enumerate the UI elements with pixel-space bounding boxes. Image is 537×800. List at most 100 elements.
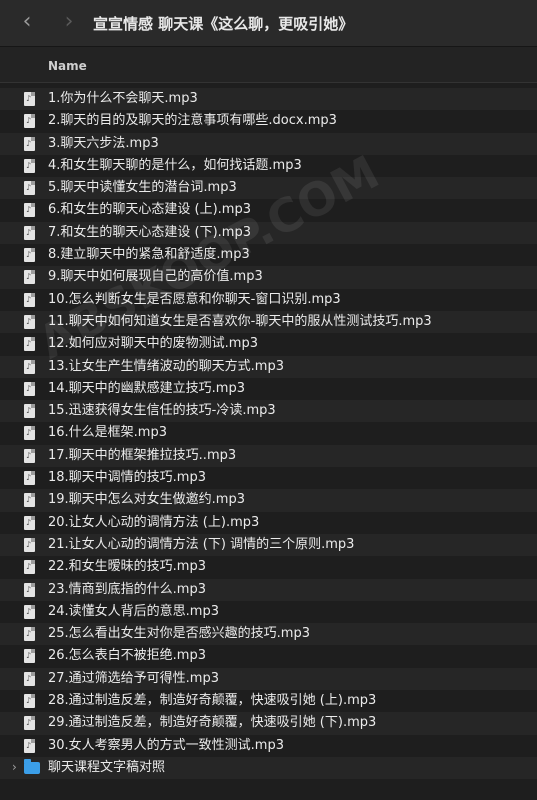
audio-file-icon: ♪: [24, 649, 35, 664]
file-row[interactable]: ♪ 8.建立聊天中的紧急和舒适度.mp3: [0, 244, 537, 266]
file-row[interactable]: ♪ 13.让女生产生情绪波动的聊天方式.mp3: [0, 355, 537, 378]
file-row[interactable]: ♪ 7.和女生的聊天心态建设 (下).mp3: [0, 221, 537, 245]
music-note-icon: ♪: [26, 294, 32, 304]
music-note-icon: ♪: [26, 160, 32, 170]
file-row[interactable]: ♪ 19.聊天中怎么对女生做邀约.mp3: [0, 489, 537, 512]
audio-file-icon: ♪: [24, 92, 35, 106]
file-row[interactable]: ♪ 30.女人考察男人的方式一致性测试.mp3: [0, 735, 537, 757]
music-note-icon: ♪: [26, 138, 32, 148]
audio-file-icon: ♪: [24, 582, 35, 597]
file-name: 14.聊天中的幽默感建立技巧.mp3: [48, 380, 245, 396]
audio-file-icon: ♪: [24, 337, 35, 352]
audio-file-icon: ♪: [24, 560, 35, 575]
audio-file-icon: ♪: [24, 694, 35, 709]
audio-file-icon: ♪: [24, 203, 35, 218]
audio-file-icon: ♪: [24, 181, 35, 196]
file-name: 19.聊天中怎么对女生做邀约.mp3: [48, 492, 245, 508]
file-row[interactable]: ♪ 18.聊天中调情的技巧.mp3: [0, 467, 537, 489]
audio-file-icon: ♪: [24, 493, 35, 508]
music-note-icon: ♪: [26, 740, 32, 750]
file-row[interactable]: ♪ 25.怎么看出女生对你是否感兴趣的技巧.mp3: [0, 623, 537, 646]
file-name: 2.聊天的目的及聊天的注意事项有哪些.docx.mp3: [48, 113, 337, 129]
audio-file-icon: ♪: [24, 136, 35, 151]
file-row[interactable]: ♪ 1.你为什么不会聊天.mp3: [0, 88, 537, 111]
music-note-icon: ♪: [26, 272, 32, 282]
file-row[interactable]: ♪ 29.通过制造反差，制造好奇颠覆，快速吸引她 (下).mp3: [0, 712, 537, 735]
file-name: 13.让女生产生情绪波动的聊天方式.mp3: [48, 358, 284, 374]
name-column-header[interactable]: Name: [48, 59, 87, 73]
music-note-icon: ♪: [26, 227, 32, 237]
audio-file-icon: ♪: [24, 381, 35, 396]
file-row[interactable]: ♪ 11.聊天中如何知道女生是否喜欢你-聊天中的服从性测试技巧.mp3: [0, 310, 537, 334]
music-note-icon: ♪: [26, 183, 32, 193]
folder-name: 聊天课程文字稿对照: [48, 759, 166, 775]
file-row[interactable]: ♪ 14.聊天中的幽默感建立技巧.mp3: [0, 378, 537, 400]
music-note-icon: ♪: [26, 316, 32, 326]
file-name: 6.和女生的聊天心态建设 (上).mp3: [48, 202, 251, 218]
file-name: 18.聊天中调情的技巧.mp3: [48, 470, 206, 486]
audio-file-icon: ♪: [24, 404, 35, 419]
file-row[interactable]: ♪ 4.和女生聊天聊的是什么，如何找话题.mp3: [0, 155, 537, 177]
file-row[interactable]: ♪ 17.聊天中的框架推拉技巧..mp3: [0, 444, 537, 468]
file-name: 23.情商到底指的什么.mp3: [48, 581, 206, 597]
file-row[interactable]: ♪ 20.让女人心动的调情方法 (上).mp3: [0, 512, 537, 534]
file-name: 28.通过制造反差，制造好奇颠覆，快速吸引她 (上).mp3: [48, 693, 377, 709]
file-name: 24.读懂女人背后的意思.mp3: [48, 603, 219, 619]
music-note-icon: ♪: [26, 205, 32, 215]
back-chevron-icon[interactable]: ‹: [16, 10, 38, 34]
music-note-icon: ♪: [26, 495, 32, 505]
audio-file-icon: ♪: [24, 716, 35, 731]
file-row[interactable]: ♪ 6.和女生的聊天心态建设 (上).mp3: [0, 199, 537, 221]
music-note-icon: ♪: [26, 606, 32, 616]
music-note-icon: ♪: [26, 406, 32, 416]
folder-row[interactable]: › 聊天课程文字稿对照: [0, 756, 537, 780]
file-name: 27.通过筛选给予可得性.mp3: [48, 670, 219, 686]
file-list: ♪ 1.你为什么不会聊天.mp3 ♪ 2.聊天的目的及聊天的注意事项有哪些.docx.…: [0, 88, 537, 780]
forward-chevron-icon[interactable]: ›: [58, 10, 80, 34]
music-note-icon: ♪: [26, 584, 32, 594]
file-row[interactable]: ♪ 26.怎么表白不被拒绝.mp3: [0, 645, 537, 667]
file-name: 10.怎么判断女生是否愿意和你聊天-窗口识别.mp3: [48, 291, 341, 307]
music-note-icon: ♪: [26, 428, 32, 438]
music-note-icon: ♪: [26, 116, 32, 126]
file-row[interactable]: ♪ 15.迅速获得女生信任的技巧-冷读.mp3: [0, 400, 537, 423]
file-row[interactable]: ♪ 22.和女生暧昧的技巧.mp3: [0, 556, 537, 578]
file-row[interactable]: ♪ 23.情商到底指的什么.mp3: [0, 578, 537, 601]
music-note-icon: ♪: [26, 250, 32, 260]
file-name: 5.聊天中读懂女生的潜台词.mp3: [48, 180, 237, 196]
file-row[interactable]: ♪ 2.聊天的目的及聊天的注意事项有哪些.docx.mp3: [0, 110, 537, 132]
audio-file-icon: ♪: [24, 738, 35, 753]
file-name: 21.让女人心动的调情方法 (下) 调情的三个原则.mp3: [48, 536, 355, 552]
file-row[interactable]: ♪ 12.如何应对聊天中的废物测试.mp3: [0, 333, 537, 355]
audio-file-icon: ♪: [24, 537, 35, 552]
file-row[interactable]: ♪ 24.读懂女人背后的意思.mp3: [0, 601, 537, 623]
audio-file-icon: ♪: [24, 671, 35, 686]
file-name: 7.和女生的聊天心态建设 (下).mp3: [48, 224, 251, 240]
music-note-icon: ♪: [26, 473, 32, 483]
music-note-icon: ♪: [26, 673, 32, 683]
file-name: 4.和女生聊天聊的是什么，如何找话题.mp3: [48, 157, 302, 173]
audio-file-icon: ♪: [24, 448, 35, 463]
audio-file-icon: ♪: [24, 627, 35, 642]
file-row[interactable]: ♪ 3.聊天六步法.mp3: [0, 132, 537, 155]
file-name: 15.迅速获得女生信任的技巧-冷读.mp3: [48, 403, 276, 419]
music-note-icon: ♪: [26, 517, 32, 527]
file-name: 9.聊天中如何展现自己的高价值.mp3: [48, 269, 263, 285]
music-note-icon: ♪: [26, 361, 32, 371]
file-row[interactable]: ♪ 27.通过筛选给予可得性.mp3: [0, 667, 537, 691]
file-row[interactable]: ♪ 10.怎么判断女生是否愿意和你聊天-窗口识别.mp3: [0, 289, 537, 311]
audio-file-icon: ♪: [24, 359, 35, 374]
file-name: 26.怎么表白不被拒绝.mp3: [48, 648, 206, 664]
file-row[interactable]: ♪ 21.让女人心动的调情方法 (下) 调情的三个原则.mp3: [0, 533, 537, 557]
file-row[interactable]: ♪ 28.通过制造反差，制造好奇颠覆，快速吸引她 (上).mp3: [0, 690, 537, 712]
music-note-icon: ♪: [26, 629, 32, 639]
file-row[interactable]: ♪ 16.什么是框架.mp3: [0, 422, 537, 444]
title-bar: ‹ › 宣宣情感 聊天课《这么聊，更吸引她》: [0, 0, 537, 47]
audio-file-icon: ♪: [24, 604, 35, 619]
file-name: 8.建立聊天中的紧急和舒适度.mp3: [48, 247, 250, 263]
file-row[interactable]: ♪ 9.聊天中如何展现自己的高价值.mp3: [0, 266, 537, 289]
file-row[interactable]: ♪ 5.聊天中读懂女生的潜台词.mp3: [0, 177, 537, 200]
music-note-icon: ♪: [26, 718, 32, 728]
disclosure-chevron-icon[interactable]: ›: [12, 760, 17, 774]
music-note-icon: ♪: [26, 94, 32, 103]
